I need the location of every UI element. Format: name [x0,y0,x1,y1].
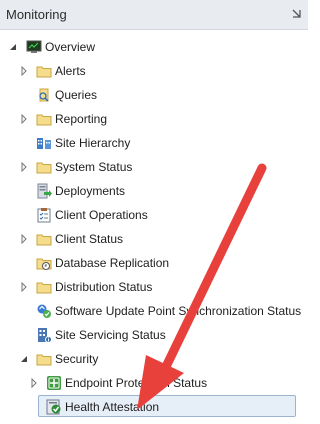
folder-icon [36,282,52,294]
deployments-icon [37,183,52,199]
panel-title: Monitoring [6,7,67,22]
site-servicing-icon [38,328,52,343]
tree-item-client-operations[interactable]: Client Operations [0,203,308,227]
tree-item-label: Distribution Status [55,280,153,294]
tree-item-label: Client Status [55,232,124,246]
tree-item-endpoint-protection-status[interactable]: Endpoint Protection Status [0,371,308,395]
health-attestation-icon [46,399,61,415]
tree-item-health-attestation[interactable]: Health Attestation [0,395,308,419]
tree-item-deployments[interactable]: Deployments [0,179,308,203]
tree-item-label: Security [55,352,99,366]
collapsed-arrow-icon[interactable] [19,234,29,244]
tree-item-security[interactable]: Security [0,347,308,371]
collapse-chevron-icon[interactable] [292,9,301,18]
collapsed-arrow-icon[interactable] [19,114,29,124]
tree-item-label: Health Attestation [65,400,160,414]
panel-header: Monitoring [0,0,308,30]
database-replication-icon [36,258,52,270]
collapsed-arrow-icon[interactable] [19,162,29,172]
expanded-arrow-icon[interactable] [19,354,29,364]
tree-item-label: Site Hierarchy [55,136,131,150]
collapsed-arrow-icon[interactable] [19,66,29,76]
tree-item-label: Endpoint Protection Status [65,376,208,390]
tree-item-distribution-status[interactable]: Distribution Status [0,275,308,299]
site-hierarchy-icon [37,138,51,149]
tree-item-label: Overview [45,40,96,54]
tree-item-overview[interactable]: Overview [0,35,308,59]
folder-icon [36,66,52,78]
tree-item-label: Database Replication [55,256,170,270]
tree-item-label: Deployments [55,184,126,198]
collapsed-arrow-icon[interactable] [29,378,39,388]
tree-item-site-hierarchy[interactable]: Site Hierarchy [0,131,308,155]
software-update-sync-icon [37,304,51,318]
client-operations-icon [37,208,51,223]
monitoring-tree: Overview Alerts Queries Reporting Site H… [0,30,308,424]
tree-item-queries[interactable]: Queries [0,83,308,107]
folder-icon [36,114,52,126]
tree-item-label: System Status [55,160,133,174]
tree-item-reporting[interactable]: Reporting [0,107,308,131]
folder-icon [36,162,52,174]
monitor-screen-icon [26,40,42,53]
folder-icon [36,234,52,246]
tree-item-label: Queries [55,88,98,102]
tree-item-label: Site Servicing Status [55,328,166,342]
tree-item-label: Alerts [55,64,86,78]
endpoint-protection-icon [47,376,61,390]
folder-icon [36,354,52,366]
tree-item-client-status[interactable]: Client Status [0,227,308,251]
tree-item-site-servicing-status[interactable]: Site Servicing Status [0,323,308,347]
tree-item-database-replication[interactable]: Database Replication [0,251,308,275]
tree-item-software-update-point-sync-status[interactable]: Software Update Point Synchronization St… [0,299,308,323]
tree-item-label: Software Update Point Synchronization St… [55,304,302,318]
queries-icon [39,88,49,102]
tree-item-label: Reporting [55,112,108,126]
collapsed-arrow-icon[interactable] [19,282,29,292]
tree-item-alerts[interactable]: Alerts [0,59,308,83]
tree-item-system-status[interactable]: System Status [0,155,308,179]
expanded-arrow-icon[interactable] [8,42,18,52]
tree-item-label: Client Operations [55,208,148,222]
